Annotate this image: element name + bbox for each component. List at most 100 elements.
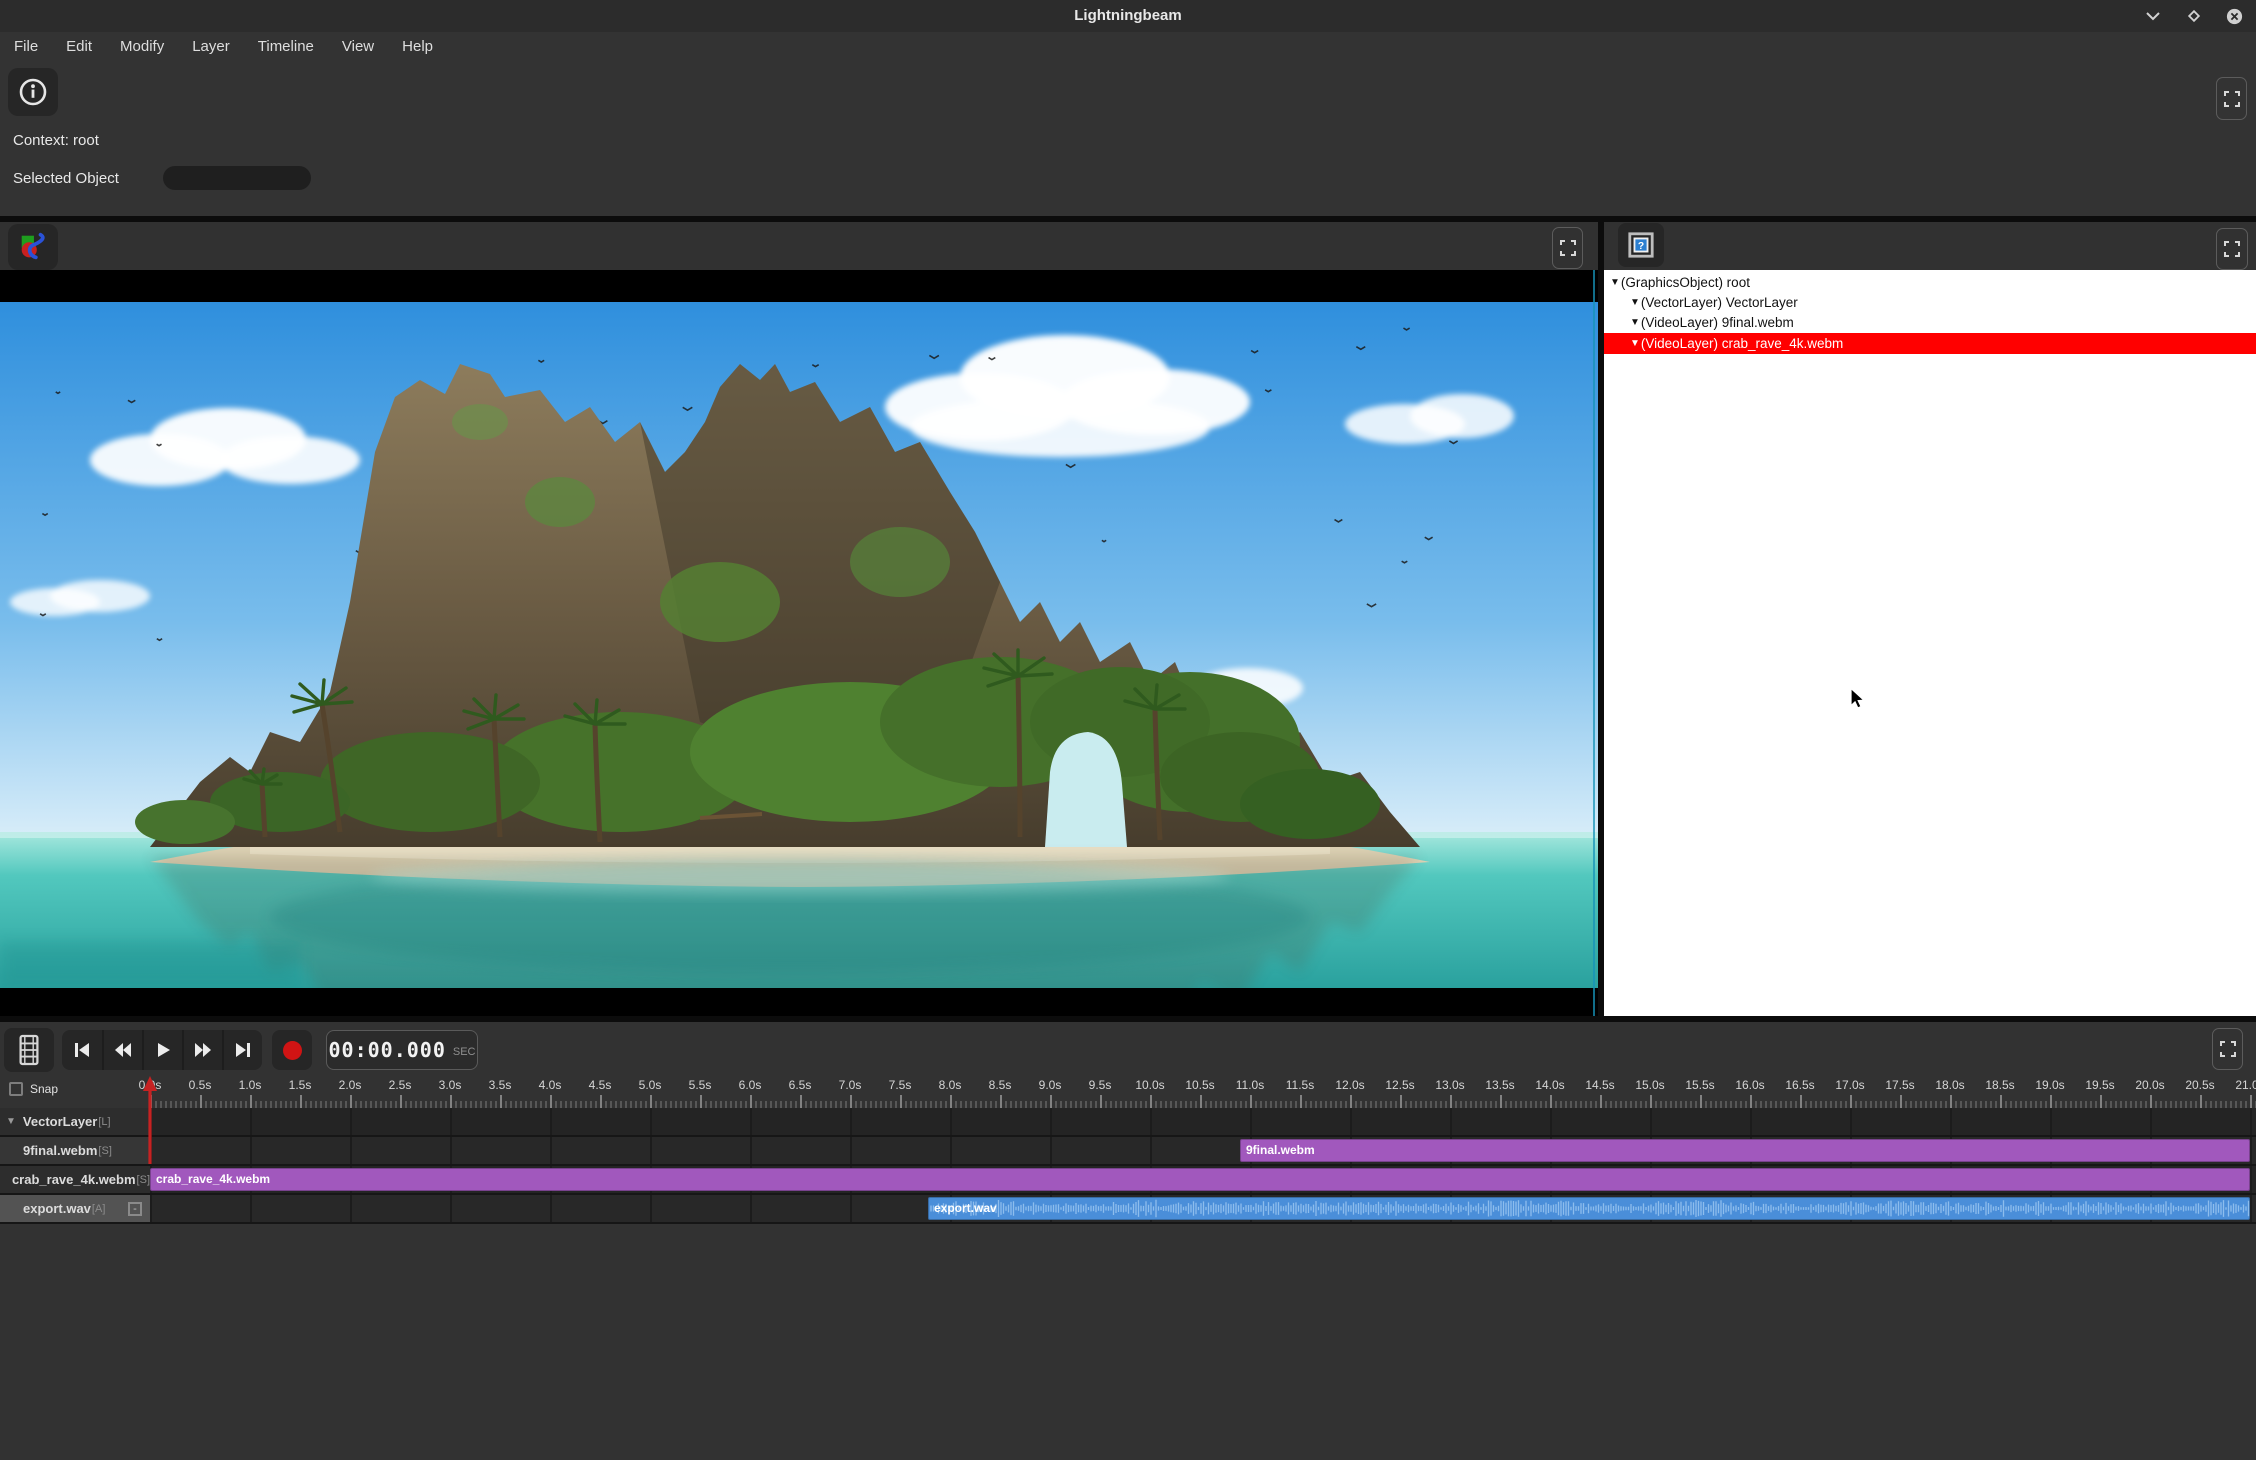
stage-panel-fullscreen-button[interactable] [1552,227,1583,269]
object-tree: ▼ (GraphicsObject) root ▼ (VectorLayer) … [1604,270,2256,1016]
expander-icon[interactable]: ▼ [1630,297,1640,308]
menu-view[interactable]: View [328,32,388,62]
ruler-tick-label: 15.5s [1685,1078,1714,1092]
track-minus-button[interactable]: - [128,1202,142,1216]
diamond-icon [2186,8,2202,24]
play-button[interactable] [142,1030,182,1070]
ruler-tick-label: 12.5s [1385,1078,1414,1092]
rewind-icon [114,1041,132,1059]
ruler-tick-label: 11.0s [1236,1078,1264,1092]
tree-panel-tab[interactable]: ? [1618,223,1664,267]
track-label-9final[interactable]: 9final.webm[S] [0,1137,150,1164]
rewind-button[interactable] [102,1030,142,1070]
info-panel-tab[interactable] [8,68,58,116]
ruler-tick-label: 19.5s [2085,1078,2114,1092]
tree-item-label: (VideoLayer) crab_rave_4k.webm [1641,336,1843,351]
track-label-export-wav[interactable]: export.wav[A] - [0,1195,150,1222]
ruler-tick-label: 13.0s [1435,1078,1464,1092]
timeline-panel-fullscreen-button[interactable] [2212,1028,2243,1070]
track-lane-9final[interactable]: 9final.webm [150,1137,2256,1164]
maximize-button[interactable] [2182,5,2206,27]
ruler-tick-label: 3.5s [489,1078,512,1092]
expander-icon[interactable]: ▼ [1610,277,1620,288]
object-tree-panel: ? ▼ (GraphicsObject) root ▼ (VectorLayer… [1604,222,2256,1016]
tree-panel-fullscreen-button[interactable] [2216,228,2248,270]
menu-edit[interactable]: Edit [52,32,106,62]
ruler-tick-label: 7.0s [839,1078,862,1092]
ruler-tick-label: 4.5s [589,1078,612,1092]
clip-export-wav[interactable]: export.wav [928,1197,2250,1220]
expander-icon[interactable]: ▼ [1630,338,1640,349]
audio-waveform [929,1198,2251,1219]
skip-to-end-button[interactable] [222,1030,262,1070]
stage-viewport[interactable] [0,270,1598,1016]
track-row-9final: 9final.webm[S] 9final.webm [0,1137,2256,1166]
menu-timeline[interactable]: Timeline [244,32,328,62]
transport-controls [62,1030,262,1070]
stage-video-frame [0,302,1598,988]
tree-item-9final[interactable]: ▼ (VideoLayer) 9final.webm [1604,312,2256,333]
track-lane-export-wav[interactable]: export.wav [150,1195,2256,1222]
ruler-tick-label: 14.0s [1535,1078,1564,1092]
track-type-badge: [A] [92,1203,105,1215]
selected-object-field[interactable] [163,166,311,190]
filmstrip-icon [15,1034,43,1066]
tree-item-label: (GraphicsObject) root [1621,275,1750,290]
ruler-tick-label: 8.5s [989,1078,1012,1092]
snap-label: Snap [30,1082,58,1096]
track-name: 9final.webm [23,1143,97,1158]
timeline-ruler[interactable]: Snap 0.0s0.5s1.0s1.5s2.0s2.5s3.0s3.5s4.0… [0,1076,2256,1108]
info-panel-fullscreen-button[interactable] [2216,77,2247,120]
tree-item-crab-rave-selected[interactable]: ▼ (VideoLayer) crab_rave_4k.webm [1604,333,2256,354]
ruler-tick-label: 17.0s [1835,1078,1864,1092]
minimize-button[interactable] [2141,5,2165,27]
close-button[interactable] [2222,5,2246,27]
expander-icon[interactable]: ▼ [6,1116,16,1127]
fullscreen-icon [2224,91,2240,107]
track-type-badge: [S] [137,1174,150,1186]
track-label-crab-rave[interactable]: crab_rave_4k.webm[S] [0,1166,150,1193]
clip-9final-webm[interactable]: 9final.webm [1240,1139,2250,1162]
window-title: Lightningbeam [0,0,2256,32]
clip-label: 9final.webm [1246,1140,1315,1161]
clip-label: crab_rave_4k.webm [156,1169,270,1190]
track-lane-vectorlayer[interactable] [150,1108,2256,1135]
missing-image-icon: ? [1627,231,1655,259]
mouse-cursor [1848,688,1867,709]
menu-layer[interactable]: Layer [178,32,244,62]
clip-crab-rave-4k-webm[interactable]: crab_rave_4k.webm [150,1168,2250,1191]
timeline-panel-tab[interactable] [4,1028,54,1072]
ruler-tick-label: 3.0s [439,1078,462,1092]
tree-item-vectorlayer[interactable]: ▼ (VectorLayer) VectorLayer [1604,292,2256,313]
ruler-tick-label: 4.0s [539,1078,562,1092]
record-button[interactable] [272,1030,312,1070]
ruler-tick-label: 21.0s [2235,1078,2256,1092]
info-panel: Context: root Selected Object [0,62,2256,216]
ruler-ticks [150,1095,2256,1108]
ruler-tick-label: 20.5s [2185,1078,2214,1092]
timeline-panel: 00:00.000 SEC Snap 0.0s0.5s1.0s1.5s2.0s2… [0,1022,2256,1460]
menu-help[interactable]: Help [388,32,447,62]
ruler-tick-label: 0.5s [189,1078,212,1092]
ruler-tick-label: 9.5s [1089,1078,1112,1092]
snap-checkbox[interactable] [9,1082,23,1096]
track-name: VectorLayer [23,1114,97,1129]
ruler-tick-label: 2.0s [339,1078,362,1092]
track-lane-crab-rave[interactable]: crab_rave_4k.webm [150,1166,2256,1193]
track-label-vectorlayer[interactable]: ▼VectorLayer[L] [0,1108,150,1135]
ruler-tick-label: 14.5s [1585,1078,1614,1092]
playhead[interactable] [142,1076,158,1164]
chevron-down-icon [2145,8,2161,24]
fast-forward-button[interactable] [182,1030,222,1070]
menu-modify[interactable]: Modify [106,32,178,62]
clip-label: export.wav [934,1198,997,1219]
timecode-display[interactable]: 00:00.000 SEC [326,1030,478,1070]
track-name: crab_rave_4k.webm [12,1172,136,1187]
menu-file[interactable]: File [0,32,52,62]
tree-item-root[interactable]: ▼ (GraphicsObject) root [1604,272,2256,293]
ruler-tick-label: 16.0s [1735,1078,1764,1092]
skip-to-start-button[interactable] [62,1030,102,1070]
stage-panel-tab[interactable] [8,224,58,270]
ruler-tick-label: 13.5s [1485,1078,1514,1092]
expander-icon[interactable]: ▼ [1630,317,1640,328]
